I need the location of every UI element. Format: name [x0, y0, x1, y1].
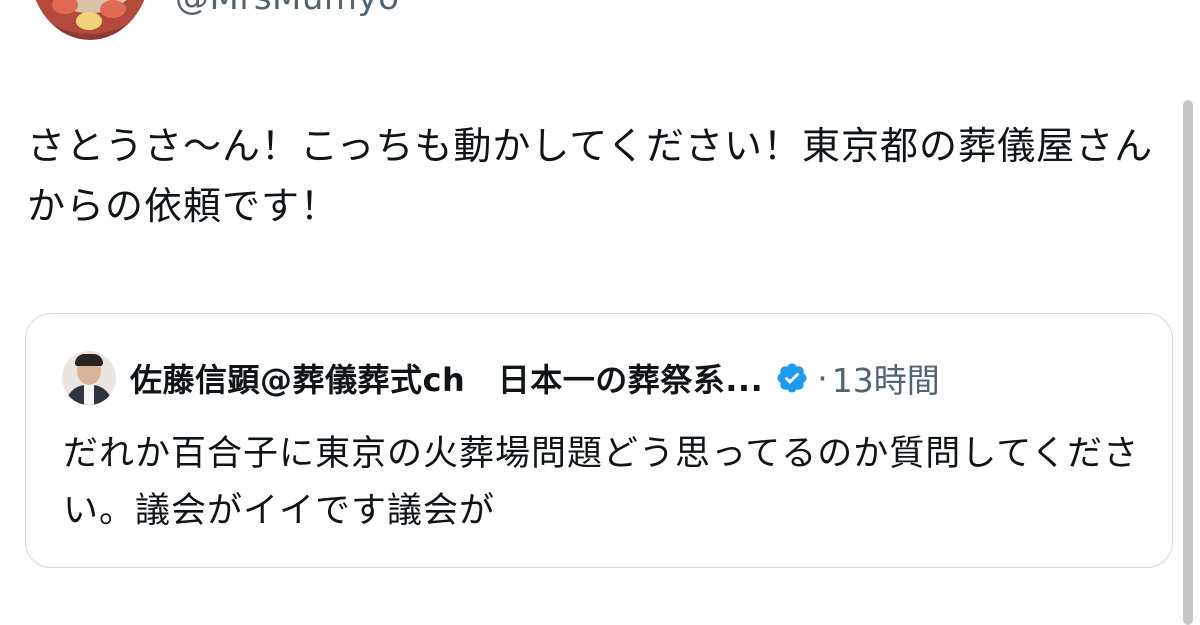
quoted-tweet-header: 佐藤信顕@葬儀葬式ch 日本一の葬祭系... · 13時間 — [62, 350, 940, 406]
tweet-detail-view: @MrsMumyo さとうさ〜ん！こっちも動かしてください！東京都の葬儀屋さんか… — [0, 0, 1200, 625]
author-handle[interactable]: @MrsMumyo — [175, 0, 399, 18]
quoted-author-avatar[interactable] — [62, 351, 116, 405]
avatar-petal — [100, 0, 126, 18]
quoted-tweet-separator: · — [817, 358, 828, 398]
quoted-tweet-text: だれか百合子に東京の火葬場問題どう思ってるのか質問してください。議会がイイです議… — [63, 434, 1140, 531]
scrollbar[interactable] — [1183, 100, 1193, 625]
avatar-shirt — [84, 384, 94, 405]
avatar-petal — [76, 12, 102, 30]
verified-badge-icon — [777, 363, 807, 393]
quoted-tweet-time[interactable]: 13時間 — [832, 354, 940, 402]
quoted-tweet-card[interactable]: 佐藤信顕@葬儀葬式ch 日本一の葬祭系... · 13時間 だれか百合子に東京の… — [25, 313, 1173, 568]
tweet-text: さとうさ〜ん！こっちも動かしてください！東京都の葬儀屋さんからの依頼です！ — [27, 124, 1154, 228]
quoted-author-name[interactable]: 佐藤信顕@葬儀葬式ch 日本一の葬祭系... — [130, 355, 763, 401]
avatar-petal — [52, 0, 78, 14]
author-avatar[interactable] — [30, 0, 150, 40]
avatar-hair — [75, 354, 103, 366]
